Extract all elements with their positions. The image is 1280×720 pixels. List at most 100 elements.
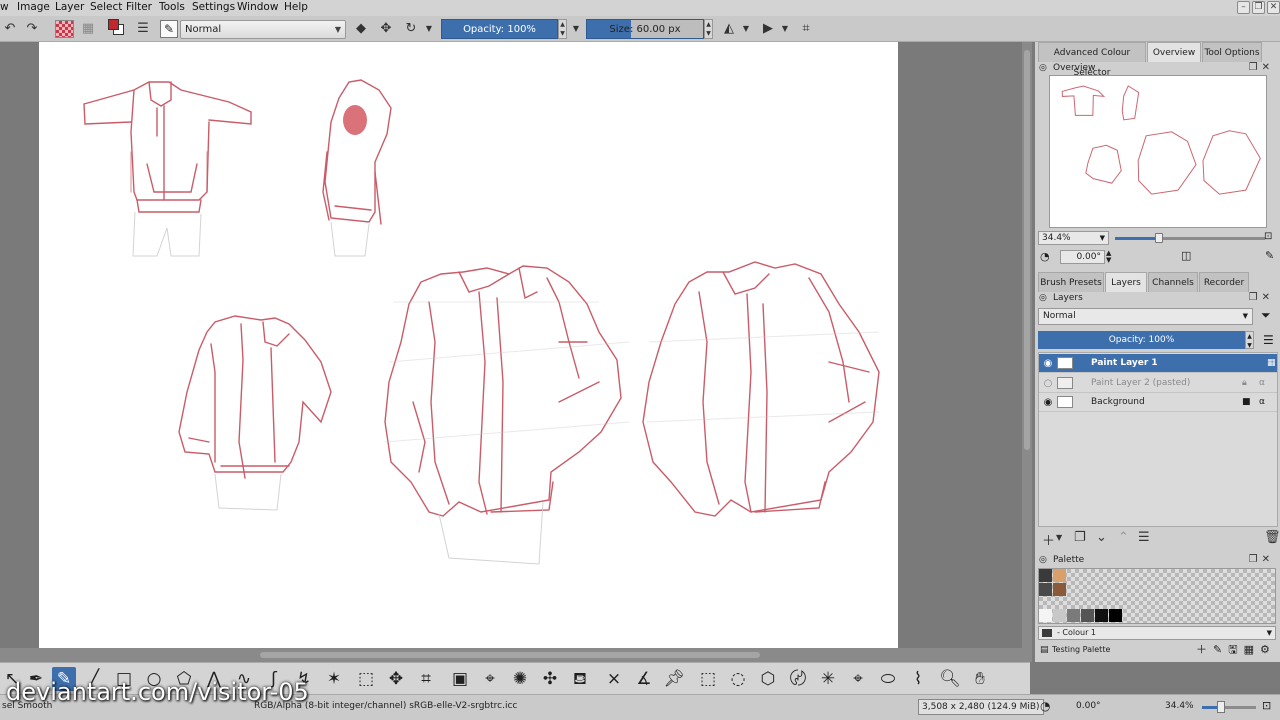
docker-lock-icon[interactable]: ◎ [1039, 61, 1047, 75]
gradient-swatch[interactable] [55, 20, 74, 38]
palette-swatch[interactable] [1053, 569, 1066, 582]
eye-icon[interactable]: ◉ [1042, 393, 1054, 412]
layer-properties-icon[interactable]: ☰ [1138, 530, 1150, 545]
filter-icon[interactable]: ⏷ [1261, 308, 1271, 323]
freehand-select-icon[interactable]: 〄 [786, 667, 810, 691]
colorize-mask-icon[interactable]: ✣ [538, 667, 562, 691]
menu-item-settings[interactable]: Settings [192, 1, 235, 13]
reference-tool-icon[interactable]: 📌︎ [662, 667, 686, 691]
docker-float-close-icon[interactable]: ❐✕ [1249, 553, 1274, 567]
crop-tool-icon[interactable]: ⌗ [414, 667, 438, 691]
lock-icon[interactable]: 🔒︎ [1242, 374, 1247, 393]
move-layer-up-icon[interactable]: ⌃ [1118, 530, 1129, 545]
duplicate-layer-icon[interactable]: ❐ [1074, 530, 1086, 545]
move-tool-icon[interactable]: ✥ [384, 667, 408, 691]
layer-row-paint-layer-2[interactable]: ○ Paint Layer 2 (pasted) 🔒︎ α [1039, 374, 1277, 393]
alpha-icon[interactable]: ▦ [1267, 354, 1276, 373]
menu-item-image[interactable]: Image [17, 1, 50, 13]
docker-lock-icon[interactable]: ◎ [1039, 291, 1047, 305]
menu-item-view[interactable]: w [0, 1, 9, 13]
fill-tool-icon[interactable]: ⛾ [568, 667, 592, 691]
chevron-down-icon[interactable]: ▼ [780, 20, 790, 38]
canvas-area[interactable] [0, 42, 1032, 662]
multibrush-icon[interactable]: ✶ [322, 667, 346, 691]
menu-item-window[interactable]: Window [237, 1, 278, 13]
palette-name-row[interactable]: ▤ Testing Palette ＋✎🖫▦⚙ [1038, 643, 1276, 657]
zoom-tool-icon[interactable]: 🔍︎ [938, 667, 962, 691]
undo-icon[interactable]: ↶ [2, 20, 18, 38]
rect-select-icon[interactable]: ⬚ [696, 667, 720, 691]
chevron-down-icon[interactable]: ▼ [571, 20, 581, 38]
assistant-tool-icon[interactable]: ⨯ [602, 667, 626, 691]
status-image-size[interactable]: 3,508 x 2,480 (124.9 MiB) [918, 699, 1044, 715]
layer-row-paint-layer-1[interactable]: ◉ Paint Layer 1 ▦ [1039, 354, 1277, 373]
chevron-down-icon[interactable]: ▼ [1056, 533, 1062, 542]
mirror-vertical-icon[interactable]: ▶ [759, 20, 777, 38]
layer-opacity-spinner[interactable]: ▲ ▼ [1245, 331, 1254, 349]
size-slider[interactable]: Size: 60.00 px [586, 19, 704, 39]
bezier-select-icon[interactable]: ⬭ [876, 667, 900, 691]
restore-icon[interactable]: ❐ [1252, 1, 1265, 14]
vertical-scrollbar[interactable] [1022, 42, 1032, 662]
move-layer-down-icon[interactable]: ⌄ [1096, 530, 1107, 545]
brush-editor-icon[interactable]: ☰ [134, 20, 152, 38]
palette-swatch[interactable] [1081, 609, 1094, 622]
palette-swatch[interactable] [1095, 609, 1108, 622]
overview-thumbnail[interactable] [1049, 75, 1267, 228]
palette-swatch[interactable] [1039, 609, 1052, 622]
eye-hidden-icon[interactable]: ○ [1042, 374, 1054, 393]
mirror-horizontal-icon[interactable]: ◭ [720, 20, 738, 38]
pin-icon[interactable]: ✎ [1265, 249, 1274, 262]
docker-float-close-icon[interactable]: ❐✕ [1249, 61, 1274, 75]
eraser-icon[interactable]: ◆ [352, 20, 370, 38]
palette-swatch[interactable] [1109, 609, 1122, 622]
status-zoom-handle[interactable] [1216, 701, 1225, 713]
palette-swatch[interactable] [1067, 609, 1080, 622]
menu-item-tools[interactable]: Tools [159, 1, 185, 13]
docker-lock-icon[interactable]: ◎ [1039, 553, 1047, 567]
eye-icon[interactable]: ◉ [1042, 354, 1054, 373]
palette-swatch[interactable] [1053, 583, 1066, 596]
menu-item-filter[interactable]: Filter [126, 1, 152, 13]
magnetic-select-icon[interactable]: ⌇ [906, 667, 930, 691]
minimize-icon[interactable]: – [1237, 1, 1250, 14]
tab-overview[interactable]: Overview [1147, 42, 1201, 62]
similar-select-icon[interactable]: ⌖ [846, 667, 870, 691]
gradient-tool-icon[interactable]: ▣ [448, 667, 472, 691]
alpha-lock-icon[interactable]: ✥ [377, 20, 395, 38]
zoom-fit-icon[interactable]: ⊡ [1264, 231, 1272, 242]
add-layer-icon[interactable]: ＋ [1042, 530, 1055, 549]
menu-item-help[interactable]: Help [284, 1, 308, 13]
reload-preset-icon[interactable]: ↻ [402, 20, 420, 38]
tab-tool-options[interactable]: Tool Options [1202, 42, 1262, 62]
zoom-fit-icon[interactable]: ⊡ [1262, 699, 1271, 712]
close-icon[interactable]: ✕ [1267, 1, 1280, 14]
blend-mode-select[interactable]: Normal ▼ [180, 20, 346, 39]
palette-grid[interactable] [1038, 568, 1276, 624]
chevron-down-icon[interactable]: ▼ [424, 20, 434, 38]
redo-icon[interactable]: ↷ [24, 20, 40, 38]
chevron-down-icon[interactable]: ▼ [741, 20, 751, 38]
alpha-icon[interactable]: α [1259, 374, 1265, 393]
polygon-select-icon[interactable]: ⬡ [756, 667, 780, 691]
tab-channels[interactable]: Channels [1148, 272, 1198, 292]
tab-recorder[interactable]: Recorder [1199, 272, 1249, 292]
delete-layer-icon[interactable]: 🗑︎ [1264, 530, 1280, 545]
pattern-icon[interactable]: ▦ [80, 20, 96, 38]
palette-actions-icon[interactable]: ＋✎🖫▦⚙ [1196, 643, 1276, 657]
menu-item-select[interactable]: Select [90, 1, 122, 13]
rotation-spinner[interactable]: ▲ ▼ [1106, 250, 1111, 264]
opacity-spinner[interactable]: ▲ ▼ [558, 19, 567, 39]
brush-preset-icon[interactable]: ✎ [160, 20, 178, 38]
tab-layers[interactable]: Layers [1105, 272, 1147, 292]
foreground-color-swatch[interactable] [108, 19, 119, 30]
overview-rotation-input[interactable]: 0.00° [1060, 250, 1105, 264]
pan-tool-icon[interactable]: ✋︎ [968, 667, 992, 691]
layer-opacity-slider[interactable]: Opacity: 100% [1038, 331, 1245, 349]
palette-swatch[interactable] [1053, 609, 1066, 622]
alpha-icon[interactable]: α [1259, 393, 1265, 412]
smart-patch-icon[interactable]: ✺ [508, 667, 532, 691]
menu-item-layer[interactable]: Layer [55, 1, 84, 13]
lock-icon[interactable]: ■ [1242, 393, 1251, 412]
wrap-around-icon[interactable]: ⌗ [797, 20, 815, 38]
